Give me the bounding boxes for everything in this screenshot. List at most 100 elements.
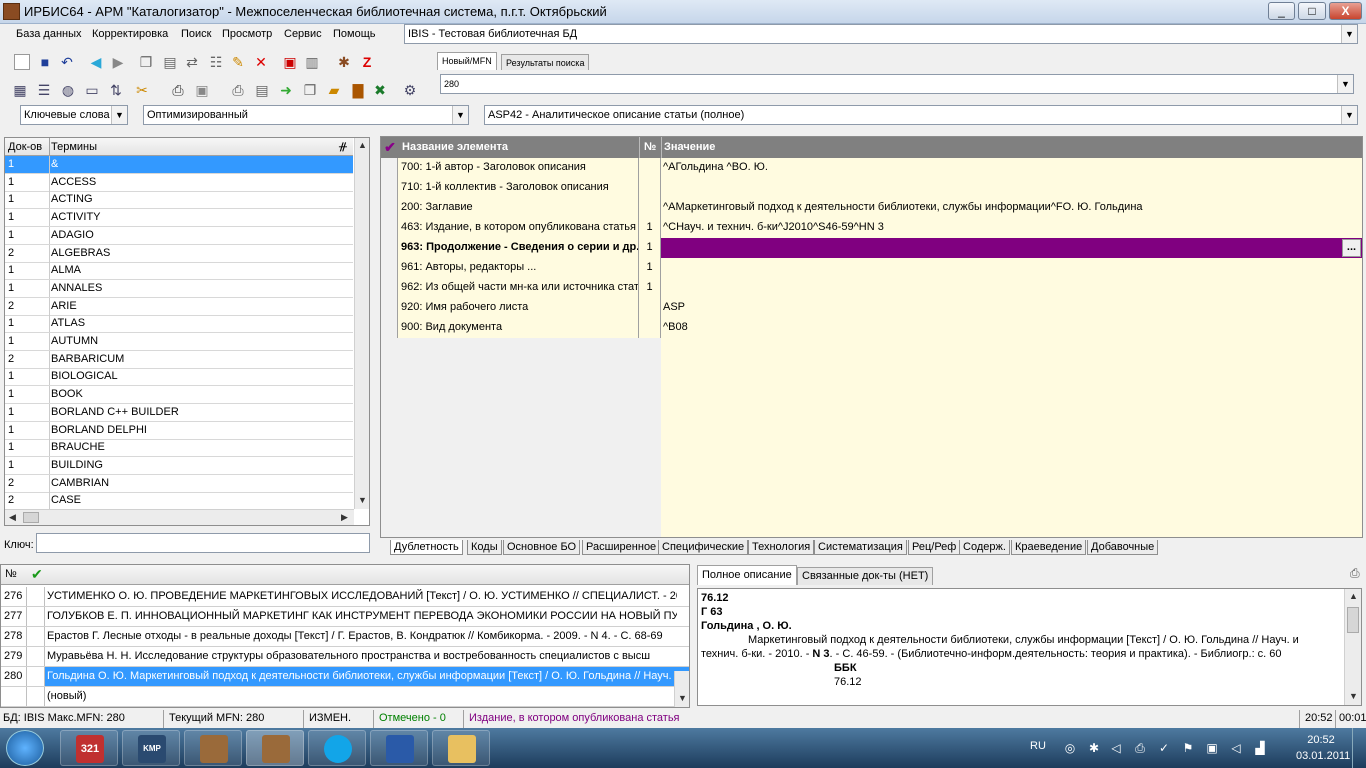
duplicate-icon[interactable]: ❐ (302, 82, 318, 98)
dictionary-row[interactable]: 1 ADAGIO (5, 226, 353, 245)
tools-icon[interactable]: ✂ (134, 82, 150, 98)
flag-icon[interactable]: ⚑ (1180, 740, 1196, 756)
field-row[interactable]: 463: Издание, в котором опубликована ста… (381, 218, 1362, 238)
scroll-down-icon[interactable]: ▼ (1346, 689, 1361, 704)
taskbar-app-media[interactable]: 321 (60, 730, 118, 766)
dictionary-row[interactable]: 1 BRAUCHE (5, 439, 353, 458)
field-value[interactable]: ^AМаркетинговый подход к деятельности би… (661, 198, 1362, 218)
scroll-up-icon[interactable]: ▲ (1346, 589, 1361, 604)
result-mark[interactable] (27, 627, 45, 646)
database-select[interactable]: IBIS - Тестовая библиотечная БД ▼ (404, 24, 1358, 44)
field-row[interactable]: 200: Заглавие ^AМаркетинговый подход к де… (381, 198, 1362, 218)
update-icon[interactable]: ✓ (1156, 740, 1172, 756)
result-row[interactable]: 277 ГОЛУБКОВ Е. П. ИННОВАЦИОННЫЙ МАРКЕТИН… (1, 607, 689, 627)
folder-icon[interactable]: ▰ (326, 82, 342, 98)
taskbar-app-player[interactable]: KMP (122, 730, 180, 766)
chevron-down-icon[interactable]: ▼ (111, 106, 127, 124)
field-value[interactable] (661, 178, 1362, 198)
tab-search-results[interactable]: Результаты поиска (501, 54, 590, 70)
tab-full-description[interactable]: Полное описание (697, 565, 797, 585)
delete-icon[interactable]: ✕ (253, 54, 269, 70)
minimize-button[interactable]: _ (1268, 2, 1295, 20)
result-row[interactable]: (новый) (1, 687, 689, 707)
taskbar-app-explorer[interactable] (432, 730, 490, 766)
mfn-input[interactable]: 280 ▼ (440, 74, 1354, 94)
taskbar-app-irbis-2[interactable] (246, 730, 304, 766)
export-icon[interactable]: ▥ (304, 54, 320, 70)
print-icon[interactable]: ⎙ (230, 82, 246, 98)
edit-icon[interactable]: ✎ (230, 54, 246, 70)
volume-icon[interactable]: ◁ (1108, 740, 1124, 756)
stack-icon[interactable]: ▣ (194, 82, 210, 98)
scroll-left-icon[interactable]: ◀ (5, 510, 20, 525)
dictionary-row[interactable]: 1 ALMA (5, 262, 353, 281)
dictionary-row[interactable]: 1 BORLAND DELPHI (5, 421, 353, 440)
menu-help[interactable]: Помощь (333, 28, 376, 40)
show-desktop-button[interactable] (1352, 728, 1366, 768)
dictionary-row[interactable]: 1 ACCESS (5, 173, 353, 192)
undo-icon[interactable]: ↶ (59, 54, 75, 70)
pin-icon[interactable]: ᚌ (339, 140, 347, 153)
scroll-thumb[interactable] (1347, 607, 1359, 633)
dictionary-row[interactable]: 2 BARBARICUM (5, 350, 353, 369)
tab-1[interactable]: Дублетность (390, 540, 463, 555)
replace-icon[interactable]: ⇄ (184, 54, 200, 70)
field-value[interactable] (661, 238, 1362, 258)
field-value[interactable] (661, 278, 1362, 298)
z3950-icon[interactable]: Z (359, 54, 375, 70)
check-icon[interactable]: ✔ (382, 138, 398, 156)
dictionary-vscrollbar[interactable]: ▲ ▼ (354, 138, 369, 509)
printer-icon[interactable]: ⎙ (1132, 740, 1148, 756)
dictionary-row[interactable]: 1 BOOK (5, 386, 353, 405)
dictionary-row[interactable]: 1 ACTIVITY (5, 209, 353, 228)
dictionary-row[interactable]: 2 CASE (5, 492, 353, 511)
tab-6[interactable]: Технология (748, 540, 815, 555)
menu-view[interactable]: Просмотр (222, 28, 272, 40)
results-vscrollbar[interactable]: ▼ (674, 671, 689, 707)
field-value[interactable]: ^AГольдина ^BО. Ю. (661, 158, 1362, 178)
tab-10[interactable]: Краеведение (1011, 540, 1087, 555)
menu-edit[interactable]: Корректировка (92, 28, 168, 40)
tab-new-mfn[interactable]: Новый/MFN (437, 52, 497, 70)
field-value[interactable]: ^B08 (661, 318, 1362, 338)
field-row[interactable]: 710: 1-й коллектив - Заголовок описания (381, 178, 1362, 198)
dictionary-hscrollbar[interactable]: ◀ ▶ (5, 509, 354, 525)
dictionary-row[interactable]: 1 BORLAND C++ BUILDER (5, 403, 353, 422)
copy-icon[interactable]: ❐ (138, 54, 154, 70)
dictionary-row[interactable]: 1 ACTING (5, 191, 353, 210)
search-mode-select[interactable]: Ключевые слова ▼ (20, 105, 128, 125)
dictionary-row[interactable]: 2 ALGEBRAS (5, 244, 353, 263)
next-record-icon[interactable]: ▶ (110, 54, 126, 70)
tab-linked-docs[interactable]: Связанные док-ты (НЕТ) (797, 567, 934, 585)
menu-database[interactable]: База данных (16, 28, 82, 40)
dictionary-row[interactable]: 2 CAMBRIAN (5, 474, 353, 493)
dictionary-row[interactable]: 1 AUTUMN (5, 333, 353, 351)
description-vscrollbar[interactable]: ▲ ▼ (1344, 589, 1361, 705)
irbis-tray-icon[interactable]: ✱ (1086, 740, 1102, 756)
prev-record-icon[interactable]: ◀ (88, 54, 104, 70)
network-icon[interactable]: ◎ (1062, 740, 1078, 756)
scroll-down-icon[interactable]: ▼ (675, 691, 689, 706)
dictionary-row[interactable]: 1 ATLAS (5, 315, 353, 334)
scroll-down-icon[interactable]: ▼ (355, 493, 369, 508)
result-row[interactable]: 278 Ерастов Г. Лесные отходы - в реальные… (1, 627, 689, 647)
chevron-down-icon[interactable]: ▼ (1337, 75, 1353, 93)
form-icon[interactable]: ▦ (12, 82, 28, 98)
tab-3[interactable]: Основное БО (503, 540, 581, 555)
tab-9[interactable]: Содерж. (959, 540, 1010, 555)
taskbar-app-skype[interactable] (308, 730, 366, 766)
result-row[interactable]: 280 Гольдина О. Ю. Маркетинговый подход к… (1, 667, 689, 687)
close-button[interactable]: X (1329, 2, 1362, 20)
settings-icon[interactable]: ⚙ (402, 82, 418, 98)
field-row[interactable]: 900: Вид документа ^B08 (381, 318, 1362, 338)
scroll-up-icon[interactable]: ▲ (355, 138, 369, 153)
maximize-button[interactable]: □ (1298, 2, 1326, 20)
dictionary-row[interactable]: 1 BIOLOGICAL (5, 368, 353, 387)
tab-2[interactable]: Коды (467, 540, 502, 555)
excel-icon[interactable]: ✖ (372, 82, 388, 98)
field-row[interactable]: 961: Авторы, редакторы ... 1 (381, 258, 1362, 278)
result-mark[interactable] (27, 607, 45, 626)
fields-icon[interactable]: ▤ (162, 54, 178, 70)
view-mode-select[interactable]: Оптимизированный ▼ (143, 105, 469, 125)
list-icon[interactable]: ☰ (36, 82, 52, 98)
